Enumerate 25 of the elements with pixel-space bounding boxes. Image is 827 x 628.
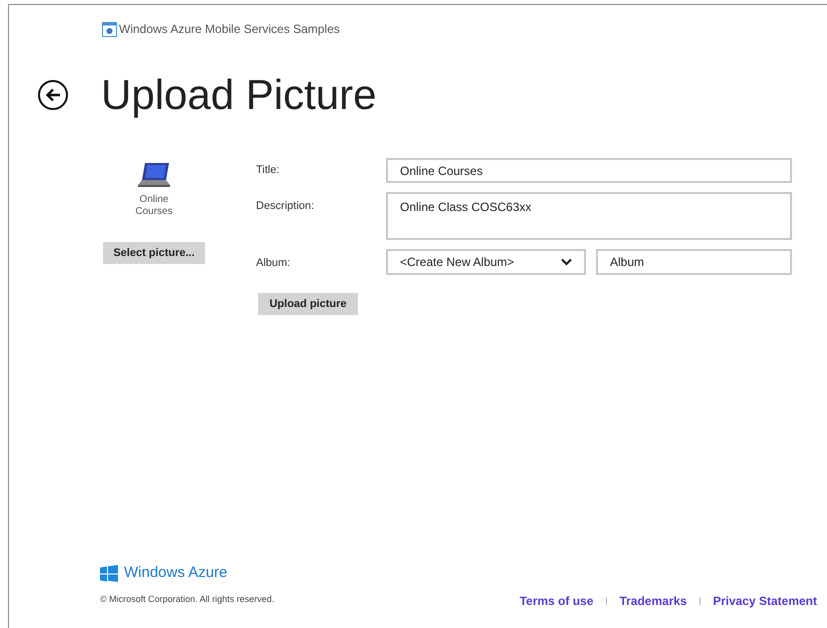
picture-caption: Online Courses [134, 194, 174, 218]
copyright-text: © Microsoft Corporation. All rights reserved. [100, 592, 274, 606]
description-field[interactable]: Online Class COSC63xx [386, 192, 792, 240]
arrow-left-icon [45, 88, 61, 102]
title-field[interactable]: Online Courses [386, 158, 792, 183]
album-dropdown[interactable]: <Create New Album> [386, 249, 586, 275]
album-name-field[interactable]: Album [596, 249, 792, 275]
back-button[interactable] [38, 80, 68, 110]
laptop-icon [137, 162, 171, 190]
brand-name: Windows Azure [124, 563, 228, 583]
field-label: Description: [256, 199, 316, 214]
field-label: Title: [256, 163, 280, 178]
app-icon [102, 22, 117, 36]
link-separator: | [698, 595, 701, 607]
footer-link[interactable]: Terms of use [520, 592, 594, 610]
page-title: Upload Picture [101, 74, 376, 116]
chevron-down-icon [561, 258, 572, 266]
field-label: Album: [256, 256, 292, 271]
windows-logo-icon [100, 564, 118, 582]
upload-picture-button[interactable]: Upload picture [258, 293, 358, 315]
footer-link[interactable]: Trademarks [619, 592, 687, 610]
footer-link[interactable]: Privacy Statement [712, 592, 817, 610]
link-separator: | [605, 595, 608, 607]
select-picture-button[interactable]: Select picture... [103, 242, 205, 264]
app-title: Windows Azure Mobile Services Samples [119, 21, 340, 38]
